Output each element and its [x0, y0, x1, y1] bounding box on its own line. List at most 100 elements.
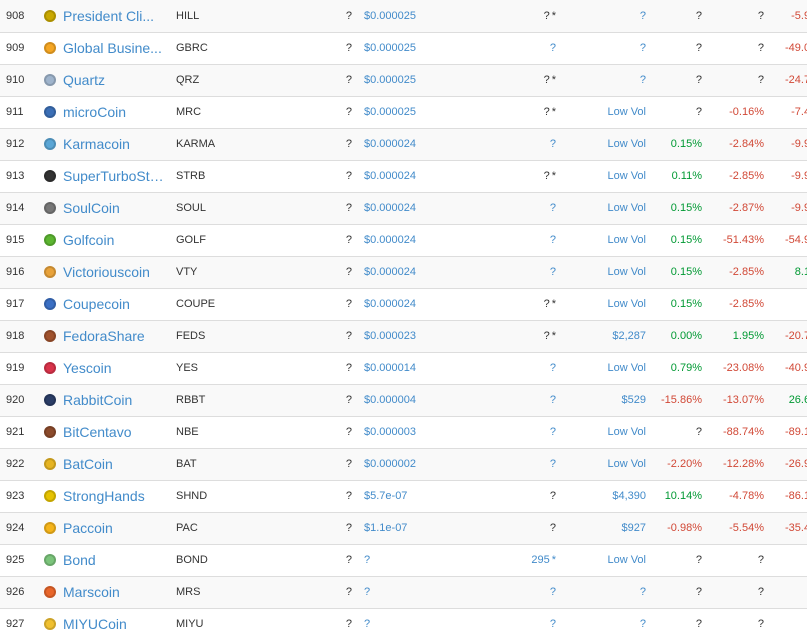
supply-cell[interactable]: ? — [430, 415, 562, 448]
coin-name-link[interactable]: Global Busine... — [63, 40, 162, 56]
price-link[interactable]: $0.000023 — [358, 319, 430, 352]
price-link[interactable]: $0.000024 — [358, 287, 430, 320]
supply-cell[interactable]: 295 * — [430, 543, 562, 576]
price-link[interactable]: $0.000025 — [358, 95, 430, 128]
supply-cell[interactable]: ? — [430, 127, 562, 160]
supply-cell[interactable]: ? — [430, 479, 562, 512]
price-link[interactable]: ? — [358, 607, 430, 640]
coin-name-link[interactable]: Quartz — [63, 72, 105, 88]
supply-cell[interactable]: ? * — [430, 159, 562, 192]
coin-name-cell[interactable]: Victoriouscoin — [36, 255, 170, 288]
supply-cell[interactable]: ? * — [430, 95, 562, 128]
coin-name-cell[interactable]: President Cli... — [36, 0, 170, 32]
supply-cell[interactable]: ? — [430, 31, 562, 64]
price-link[interactable]: $0.000025 — [358, 63, 430, 96]
coin-name-cell[interactable]: BitCentavo — [36, 415, 170, 448]
price-link[interactable]: $0.000002 — [358, 447, 430, 480]
volume-link[interactable]: ? — [562, 63, 652, 96]
coin-name-cell[interactable]: StrongHands — [36, 479, 170, 512]
volume-link[interactable]: Low Vol — [562, 159, 652, 192]
volume-link[interactable]: Low Vol — [562, 95, 652, 128]
volume-link[interactable]: Low Vol — [562, 415, 652, 448]
coin-name-cell[interactable]: SuperTurboStake — [36, 159, 170, 192]
price-link[interactable]: ? — [358, 543, 430, 576]
supply-cell[interactable]: ? — [430, 607, 562, 640]
supply-cell[interactable]: ? * — [430, 0, 562, 32]
coin-name-link[interactable]: Bond — [63, 552, 96, 568]
volume-link[interactable]: Low Vol — [562, 223, 652, 256]
coin-name-cell[interactable]: BatCoin — [36, 447, 170, 480]
volume-link[interactable]: $529 — [562, 383, 652, 416]
price-link[interactable]: $5.7e-07 — [358, 479, 430, 512]
supply-cell[interactable]: ? — [430, 447, 562, 480]
volume-link[interactable]: $2,287 — [562, 319, 652, 352]
coin-name-link[interactable]: Coupecoin — [63, 296, 130, 312]
supply-cell[interactable]: ? — [430, 575, 562, 608]
coin-name-cell[interactable]: Yescoin — [36, 351, 170, 384]
volume-link[interactable]: Low Vol — [562, 255, 652, 288]
price-link[interactable]: $0.000024 — [358, 255, 430, 288]
volume-link[interactable]: $4,390 — [562, 479, 652, 512]
price-link[interactable]: $0.000024 — [358, 159, 430, 192]
price-link[interactable]: $0.000003 — [358, 415, 430, 448]
coin-name-link[interactable]: microCoin — [63, 104, 126, 120]
volume-link[interactable]: ? — [562, 31, 652, 64]
coin-name-link[interactable]: FedoraShare — [63, 328, 145, 344]
coin-name-link[interactable]: SoulCoin — [63, 200, 120, 216]
volume-link[interactable]: Low Vol — [562, 287, 652, 320]
supply-cell[interactable]: ? — [430, 511, 562, 544]
price-link[interactable]: $0.000024 — [358, 191, 430, 224]
coin-name-link[interactable]: Yescoin — [63, 360, 112, 376]
supply-cell[interactable]: ? — [430, 255, 562, 288]
coin-name-cell[interactable]: microCoin — [36, 95, 170, 128]
coin-name-cell[interactable]: RabbitCoin — [36, 383, 170, 416]
volume-link[interactable]: ? — [562, 607, 652, 640]
coin-name-link[interactable]: Karmacoin — [63, 136, 130, 152]
supply-cell[interactable]: ? — [430, 351, 562, 384]
coin-name-link[interactable]: RabbitCoin — [63, 392, 132, 408]
supply-cell[interactable]: ? * — [430, 63, 562, 96]
price-link[interactable]: $0.000014 — [358, 351, 430, 384]
coin-name-cell[interactable]: Paccoin — [36, 511, 170, 544]
coin-name-cell[interactable]: Quartz — [36, 63, 170, 96]
coin-name-link[interactable]: BitCentavo — [63, 424, 131, 440]
coin-name-cell[interactable]: Coupecoin — [36, 287, 170, 320]
coin-name-link[interactable]: Victoriouscoin — [63, 264, 150, 280]
coin-name-link[interactable]: StrongHands — [63, 488, 145, 504]
coin-name-cell[interactable]: Karmacoin — [36, 127, 170, 160]
coin-name-cell[interactable]: Golfcoin — [36, 223, 170, 256]
coin-name-link[interactable]: BatCoin — [63, 456, 113, 472]
coin-name-cell[interactable]: MIYUCoin — [36, 607, 170, 640]
supply-cell[interactable]: ? — [430, 383, 562, 416]
volume-link[interactable]: ? — [562, 0, 652, 32]
coin-name-link[interactable]: Paccoin — [63, 520, 113, 536]
coin-name-link[interactable]: President Cli... — [63, 8, 154, 24]
supply-cell[interactable]: ? * — [430, 287, 562, 320]
price-link[interactable]: $1.1e-07 — [358, 511, 430, 544]
supply-cell[interactable]: ? — [430, 223, 562, 256]
supply-cell[interactable]: ? — [430, 191, 562, 224]
coin-name-cell[interactable]: Global Busine... — [36, 31, 170, 64]
price-link[interactable]: $0.000025 — [358, 0, 430, 32]
coin-name-link[interactable]: Marscoin — [63, 584, 120, 600]
coin-name-cell[interactable]: FedoraShare — [36, 319, 170, 352]
coin-name-link[interactable]: MIYUCoin — [63, 616, 127, 632]
price-link[interactable]: $0.000025 — [358, 31, 430, 64]
coin-name-link[interactable]: Golfcoin — [63, 232, 114, 248]
price-link[interactable]: ? — [358, 575, 430, 608]
volume-link[interactable]: Low Vol — [562, 191, 652, 224]
price-link[interactable]: $0.000024 — [358, 127, 430, 160]
price-link[interactable]: $0.000004 — [358, 383, 430, 416]
volume-link[interactable]: ? — [562, 575, 652, 608]
volume-link[interactable]: Low Vol — [562, 127, 652, 160]
volume-link[interactable]: Low Vol — [562, 447, 652, 480]
price-link[interactable]: $0.000024 — [358, 223, 430, 256]
coin-name-cell[interactable]: SoulCoin — [36, 191, 170, 224]
coin-name-cell[interactable]: Marscoin — [36, 575, 170, 608]
coin-name-link[interactable]: SuperTurboStake — [63, 168, 168, 184]
volume-link[interactable]: Low Vol — [562, 543, 652, 576]
volume-link[interactable]: Low Vol — [562, 351, 652, 384]
volume-link[interactable]: $927 — [562, 511, 652, 544]
supply-cell[interactable]: ? * — [430, 319, 562, 352]
coin-name-cell[interactable]: Bond — [36, 543, 170, 576]
